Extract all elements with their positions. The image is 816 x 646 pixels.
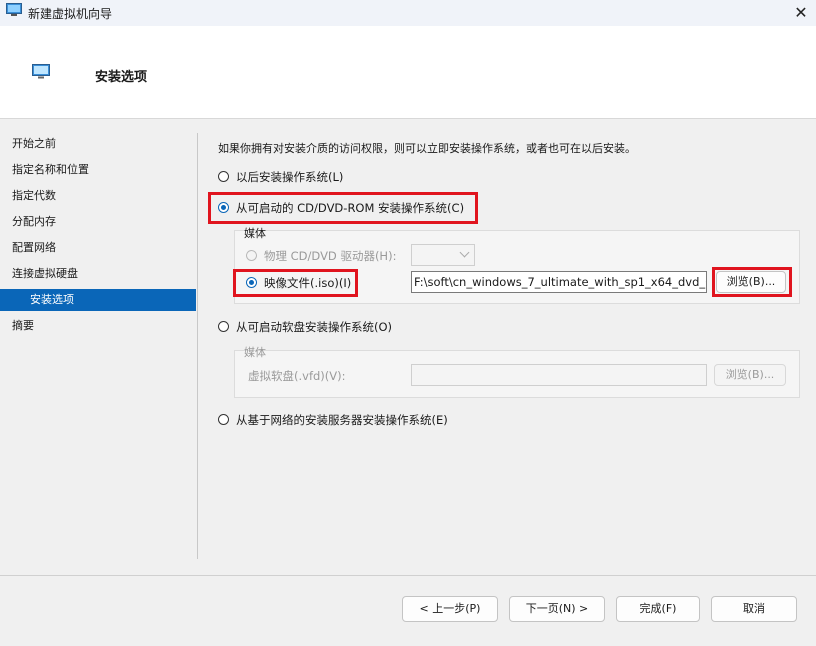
label-image-file: 映像文件(.iso)(I) xyxy=(264,276,352,290)
monitor-icon xyxy=(6,3,22,16)
browse-iso-button[interactable]: 浏览(B)... xyxy=(716,271,786,293)
finish-button[interactable]: 完成(F) xyxy=(616,596,700,622)
monitor-icon xyxy=(32,64,50,79)
radio-install-cd[interactable] xyxy=(218,202,229,213)
previous-button[interactable]: < 上一步(P) xyxy=(402,596,498,622)
chevron-down-icon xyxy=(459,247,470,258)
sidebar-divider xyxy=(197,133,198,559)
sidebar-item-name-location[interactable]: 指定名称和位置 xyxy=(0,159,196,181)
cancel-button[interactable]: 取消 xyxy=(711,596,797,622)
sidebar-item-memory[interactable]: 分配内存 xyxy=(0,211,196,233)
browse-vfd-button[interactable]: 浏览(B)... xyxy=(714,364,786,386)
sidebar-item-install-options[interactable]: 安装选项 xyxy=(0,289,196,311)
sidebar-item-virtual-disk[interactable]: 连接虚拟硬盘 xyxy=(0,263,196,285)
image-path-input[interactable]: F:\soft\cn_windows_7_ultimate_with_sp1_x… xyxy=(411,271,707,293)
floppy-media-group-title: 媒体 xyxy=(244,346,266,359)
description-text: 如果你拥有对安装介质的访问权限，则可以立即安装操作系统，或者也可在以后安装。 xyxy=(218,142,636,155)
radio-image-file[interactable] xyxy=(246,277,257,288)
page-title: 安装选项 xyxy=(95,70,148,85)
radio-install-network[interactable] xyxy=(218,414,229,425)
radio-install-later[interactable] xyxy=(218,171,229,182)
label-install-floppy: 从可启动软盘安装操作系统(O) xyxy=(236,320,393,334)
window-title: 新建虚拟机向导 xyxy=(28,7,113,21)
wizard-header: 安装选项 xyxy=(0,26,816,119)
label-install-later: 以后安装操作系统(L) xyxy=(236,170,344,184)
sidebar-item-network[interactable]: 配置网络 xyxy=(0,237,196,259)
radio-install-floppy[interactable] xyxy=(218,321,229,332)
title-bar: 新建虚拟机向导 ✕ xyxy=(0,0,816,26)
vfd-path-input[interactable] xyxy=(411,364,707,386)
close-icon[interactable]: ✕ xyxy=(790,2,812,24)
sidebar-item-generation[interactable]: 指定代数 xyxy=(0,185,196,207)
label-physical-drive: 物理 CD/DVD 驱动器(H): xyxy=(264,249,397,263)
label-install-network: 从基于网络的安装服务器安装操作系统(E) xyxy=(236,413,448,427)
label-install-cd: 从可启动的 CD/DVD-ROM 安装操作系统(C) xyxy=(236,201,465,215)
next-button[interactable]: 下一页(N) > xyxy=(509,596,605,622)
sidebar-item-before-you-begin[interactable]: 开始之前 xyxy=(0,133,196,155)
cd-media-group-title: 媒体 xyxy=(244,227,266,240)
label-virtual-floppy: 虚拟软盘(.vfd)(V): xyxy=(248,369,346,383)
sidebar-item-summary[interactable]: 摘要 xyxy=(0,315,196,337)
radio-physical-drive[interactable] xyxy=(246,250,257,261)
physical-drive-select[interactable] xyxy=(411,244,475,266)
